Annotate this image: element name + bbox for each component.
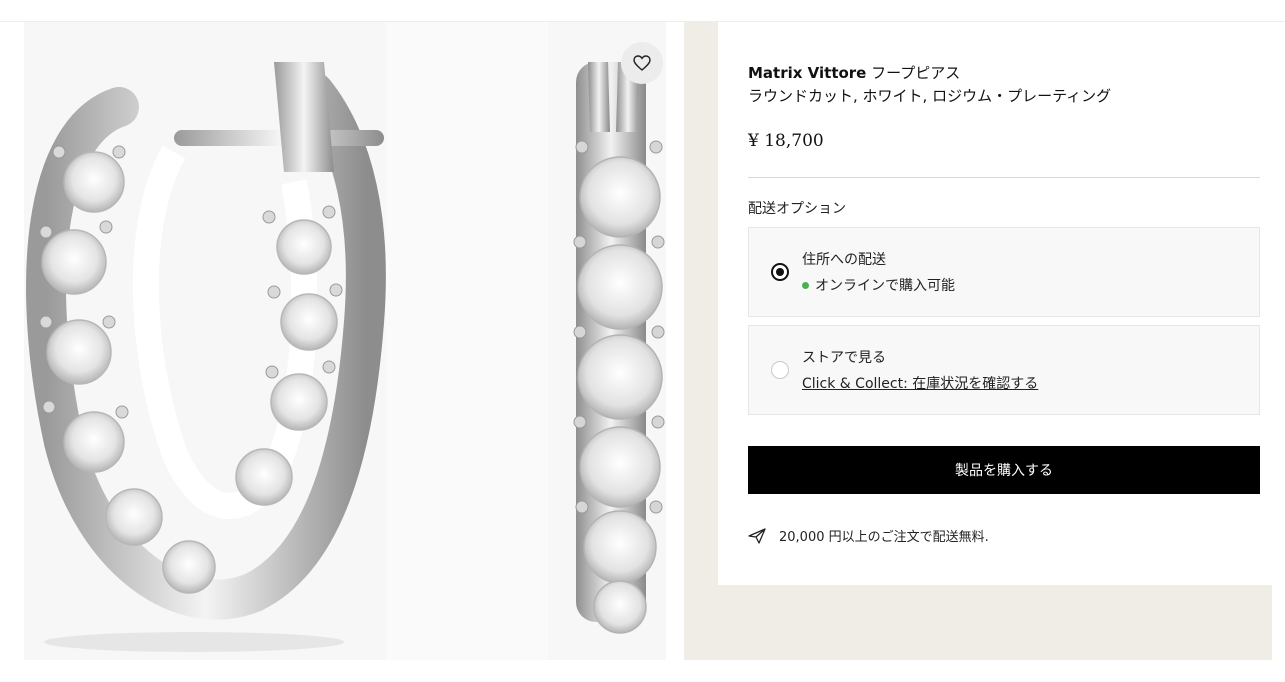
earring-front-illustration: [26, 62, 386, 652]
availability-status: オンラインで購入可能: [802, 275, 955, 295]
shipping-option-home-delivery[interactable]: 住所への配送 オンラインで購入可能: [748, 227, 1260, 317]
available-dot-icon: [802, 281, 809, 289]
shipping-option-store[interactable]: ストアで見る Click & Collect: 在庫状況を確認する: [748, 325, 1260, 415]
product-name: フープピアス: [866, 64, 961, 82]
product-image-side[interactable]: [548, 22, 666, 660]
product-variant: ラウンドカット, ホワイト, ロジウム・プレーティング: [748, 87, 1112, 105]
product-image-front[interactable]: [24, 22, 386, 660]
heart-icon: [633, 55, 651, 71]
store-pickup-label: ストアで見る: [802, 350, 886, 366]
product-title: Matrix Vittore フープピアス ラウンドカット, ホワイト, ロジウ…: [748, 62, 1248, 108]
free-shipping-text: 20,000 円以上のご注文で配送無料.: [779, 530, 989, 545]
product-brand: Matrix Vittore: [748, 64, 867, 82]
buy-product-button[interactable]: 製品を購入する: [748, 446, 1260, 494]
shipping-options-heading: 配送オプション: [748, 201, 846, 217]
price-divider: [748, 177, 1260, 178]
paper-plane-icon: [748, 527, 766, 544]
free-shipping-note: 20,000 円以上のご注文で配送無料.: [748, 526, 989, 545]
wishlist-button[interactable]: [621, 42, 663, 84]
product-gallery[interactable]: [24, 22, 666, 660]
store-pickup-radio[interactable]: [771, 361, 789, 379]
home-delivery-label: 住所への配送: [802, 252, 886, 268]
click-and-collect-link[interactable]: Click & Collect: 在庫状況を確認する: [802, 373, 1038, 393]
availability-text: オンラインで購入可能: [815, 278, 955, 294]
product-price: ¥ 18,700: [748, 131, 824, 151]
earring-side-illustration: [573, 62, 665, 634]
home-delivery-radio[interactable]: [771, 263, 789, 281]
